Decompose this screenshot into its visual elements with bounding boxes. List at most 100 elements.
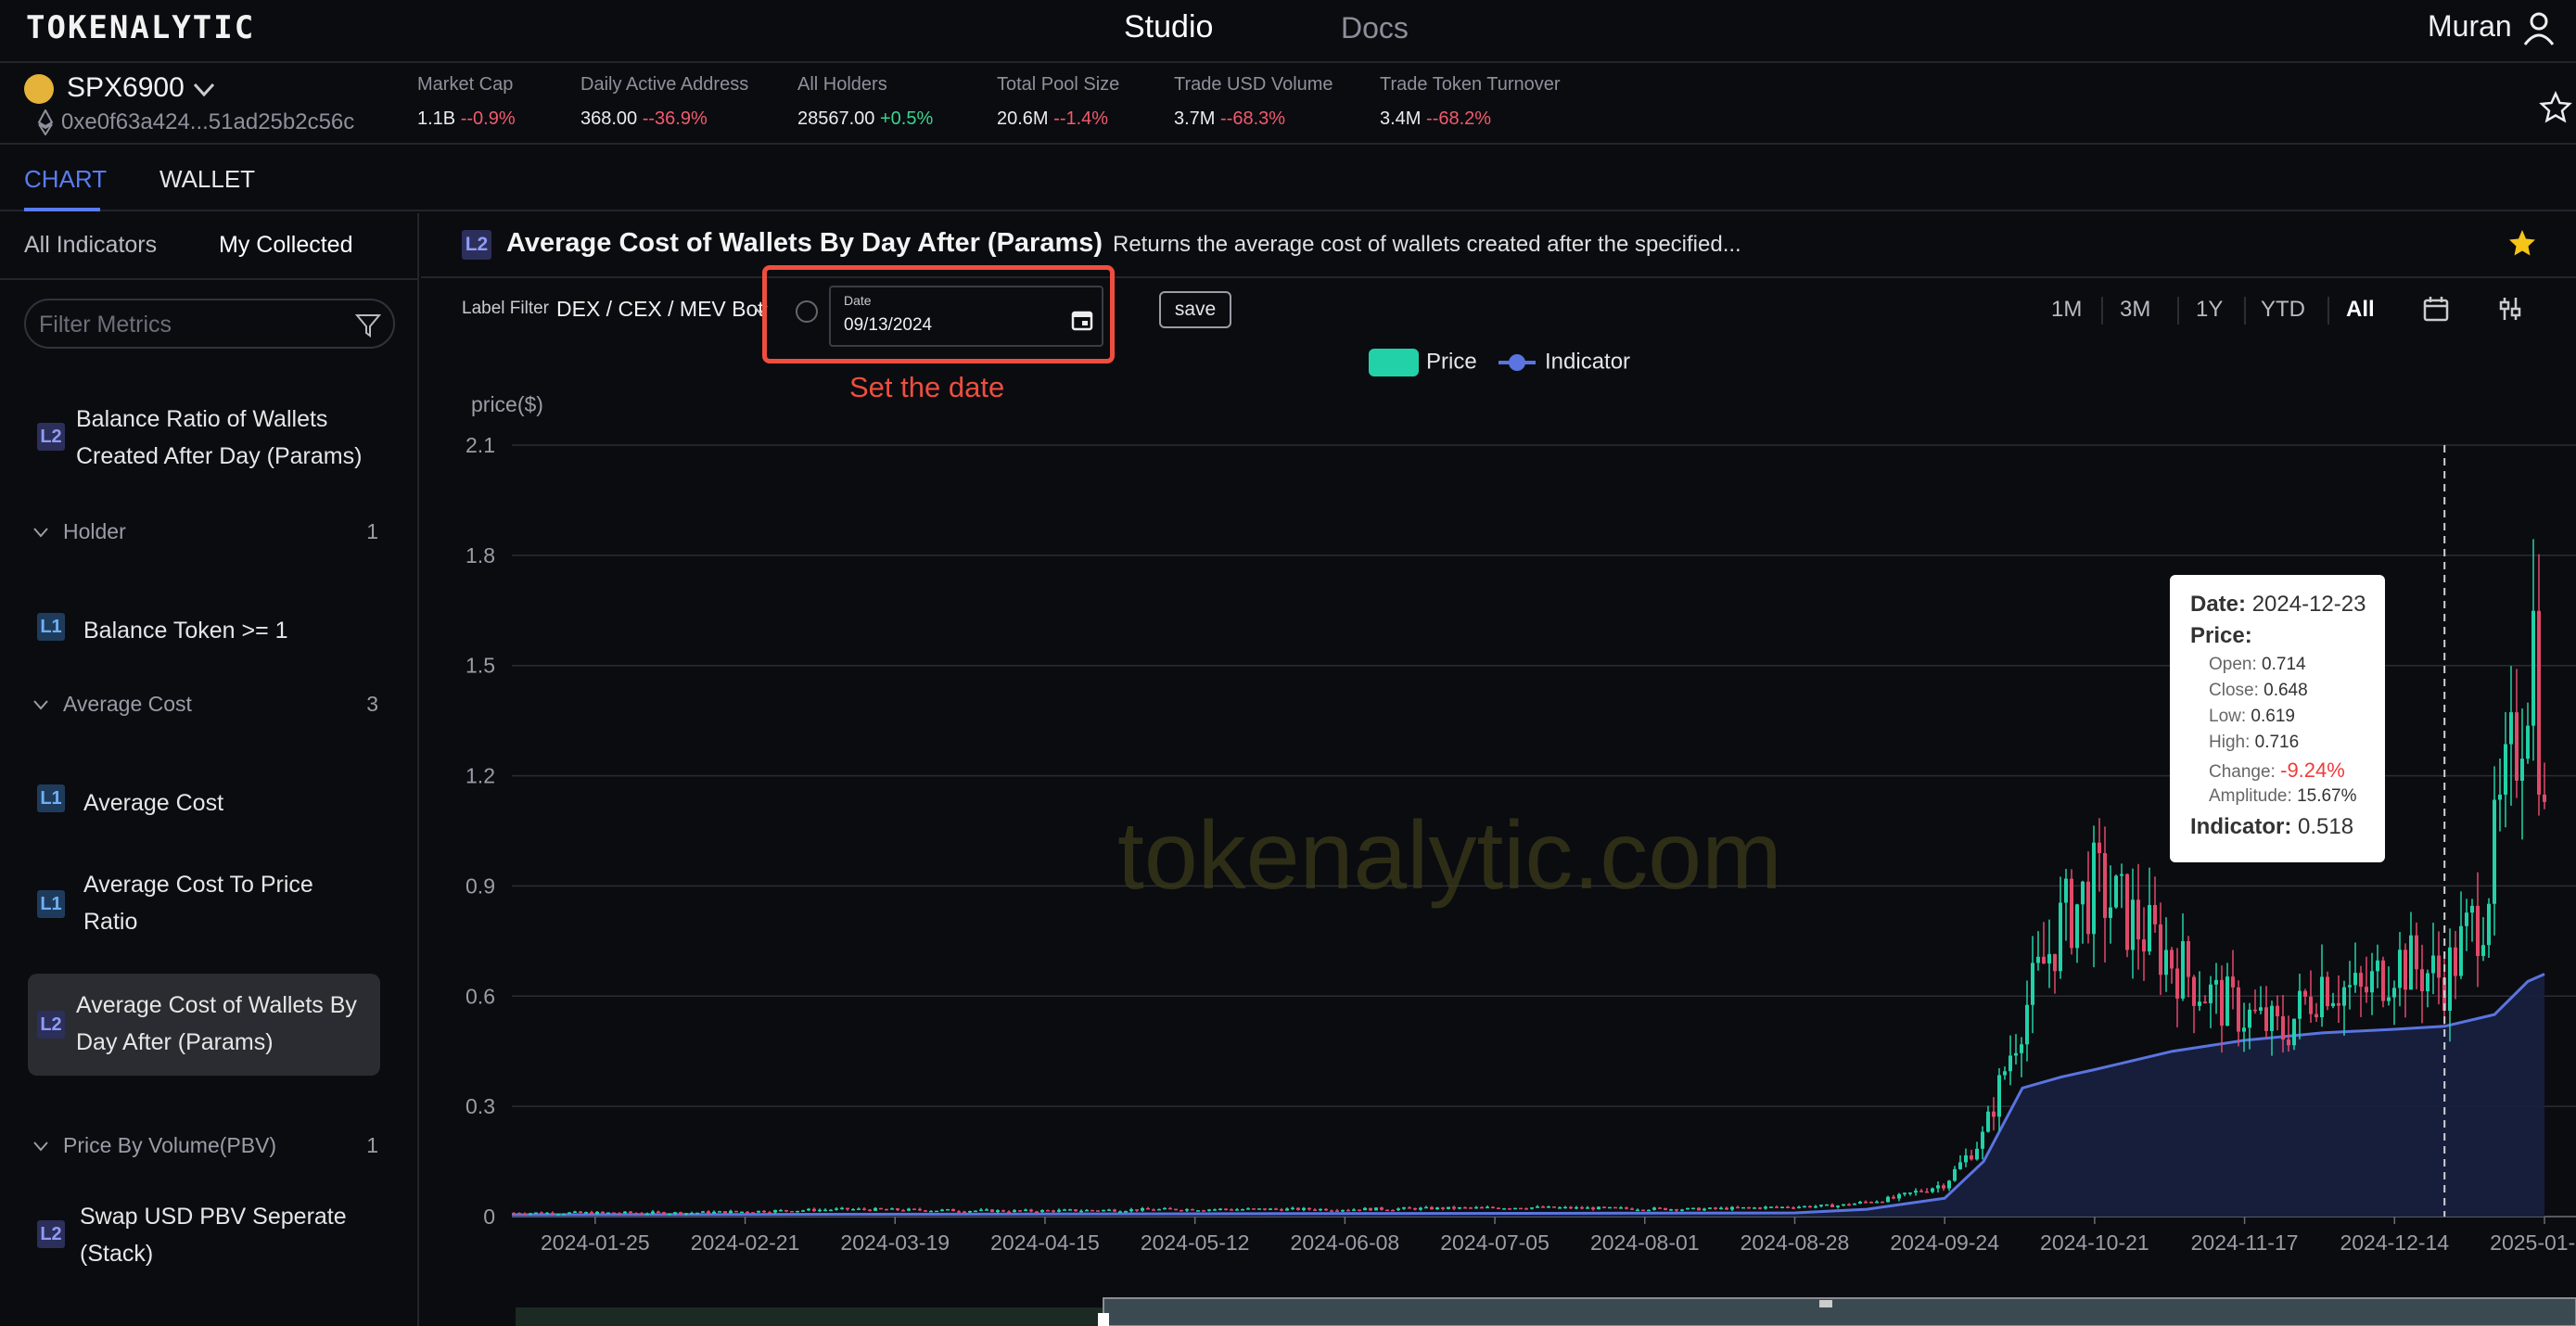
price-candle	[606, 1212, 610, 1215]
price-candle	[1497, 1207, 1500, 1210]
tab-chart[interactable]: CHART	[24, 165, 107, 194]
price-candle	[634, 1213, 638, 1215]
price-candle	[2203, 1001, 2207, 1003]
price-candle	[729, 1210, 733, 1214]
chevron-down-icon[interactable]	[191, 76, 217, 102]
x-tick-label: 2024-05-12	[1141, 1230, 1250, 1255]
price-candle	[1435, 1207, 1439, 1210]
price-candle	[946, 1208, 950, 1211]
price-candle	[2131, 899, 2135, 950]
price-candle	[907, 1208, 911, 1211]
price-candle	[1569, 1206, 1573, 1209]
price-candle	[1441, 1207, 1445, 1209]
price-candle	[2387, 997, 2391, 1001]
sidebar-item-average-cost[interactable]: L1 Average Cost	[28, 775, 380, 831]
y-tick-label: 1.2	[465, 764, 495, 788]
metric-all-holders: All Holders 28567.00 +0.5%	[797, 74, 933, 130]
price-candle	[1185, 1208, 1189, 1211]
tooltip-open: 0.714	[2262, 655, 2306, 674]
group-average-cost[interactable]: Average Cost 3	[32, 692, 384, 720]
price-candle	[1486, 1206, 1489, 1209]
view-tabs: CHART WALLET	[0, 147, 2576, 211]
price-candle	[1413, 1207, 1417, 1210]
user-name[interactable]: Muran	[2428, 9, 2512, 44]
price-candle	[996, 1210, 1000, 1213]
active-tab-indicator	[24, 208, 100, 211]
group-price-by-volume[interactable]: Price By Volume(PBV) 1	[32, 1133, 384, 1161]
price-candle	[757, 1210, 760, 1213]
price-candle	[1474, 1206, 1478, 1209]
price-candle	[1541, 1206, 1545, 1208]
y-tick-label: 0.9	[465, 873, 495, 898]
group-count: 3	[366, 692, 378, 716]
price-candle	[1630, 1208, 1634, 1210]
price-candle	[1252, 1208, 1256, 1210]
price-candle	[1074, 1209, 1078, 1212]
tab-all-indicators[interactable]: All Indicators	[24, 232, 157, 259]
token-name[interactable]: SPX6900	[67, 72, 185, 104]
price-candle	[623, 1211, 627, 1214]
price-candle	[929, 1210, 933, 1213]
user-icon[interactable]	[2520, 9, 2557, 46]
token-address[interactable]: 0xe0f63a424...51ad25b2c56c	[61, 109, 354, 135]
tooltip-indicator: 0.518	[2298, 814, 2354, 839]
logo[interactable]: TOKENALYTIC	[26, 9, 255, 46]
price-candle	[2047, 953, 2051, 964]
price-candle	[2264, 1007, 2268, 1031]
metric-total-pool-size: Total Pool Size 20.6M --1.4%	[997, 74, 1119, 130]
price-candle	[2214, 979, 2218, 985]
price-candle	[1758, 1207, 1762, 1209]
price-candle	[2303, 990, 2307, 997]
price-candle	[684, 1213, 688, 1215]
tooltip-change-label: Change:	[2209, 762, 2276, 782]
metric-label: Trade Token Turnover	[1380, 74, 1561, 95]
price-candle	[740, 1211, 744, 1214]
price-candle	[1675, 1209, 1678, 1211]
price-candle	[2220, 979, 2224, 1026]
group-holder[interactable]: Holder 1	[32, 519, 384, 547]
metric-label: Total Pool Size	[997, 74, 1120, 95]
price-candle	[1925, 1191, 1929, 1193]
metric-value: 28567.00	[797, 108, 875, 129]
price-candle	[2370, 971, 2374, 993]
sidebar-item-swap-usd-pbv[interactable]: L2 Swap USD PBV Seperate (Stack)	[28, 1192, 380, 1276]
sidebar-item-average-cost-to-price-ratio[interactable]: L1 Average Cost To Price Ratio	[28, 862, 380, 946]
tab-wallet[interactable]: WALLET	[159, 165, 255, 194]
star-outline-icon[interactable]	[2539, 91, 2572, 124]
metric-change: +0.5%	[879, 108, 934, 129]
x-tick-label: 2024-09-24	[1890, 1230, 1999, 1255]
price-candle	[1892, 1196, 1895, 1199]
nav-studio-link[interactable]: Studio	[1124, 9, 1213, 45]
sidebar-item-label: Average Cost	[83, 790, 224, 816]
price-candle	[1118, 1211, 1122, 1213]
price-candle	[2031, 963, 2034, 1005]
price-candle	[1769, 1206, 1773, 1208]
price-candle	[790, 1210, 794, 1213]
tab-my-collected[interactable]: My Collected	[219, 232, 353, 259]
filter-icon[interactable]	[354, 312, 382, 339]
sidebar-item-label: Balance Ratio of Wallets	[76, 406, 328, 432]
tooltip-open-label: Open:	[2209, 655, 2257, 674]
chevron-down-icon	[33, 528, 48, 538]
price-candle	[2487, 903, 2491, 946]
price-candle	[901, 1210, 905, 1212]
sidebar-item-average-cost-wallets-by-day[interactable]: L2 Average Cost of Wallets By Day After …	[28, 974, 380, 1076]
price-candle	[2504, 744, 2507, 795]
sidebar-item-balance-token[interactable]: L1 Balance Token >= 1	[28, 603, 380, 658]
filter-metrics-input[interactable]	[39, 312, 336, 338]
price-candle	[812, 1208, 816, 1212]
price-candle	[1753, 1207, 1756, 1209]
x-tick-label: 2025-01-10	[2490, 1230, 2576, 1255]
price-candle	[1919, 1191, 1923, 1192]
price-candle	[2209, 984, 2213, 1003]
price-candle	[1986, 1111, 1990, 1132]
nav-docs-link[interactable]: Docs	[1341, 11, 1409, 45]
price-candle	[2431, 955, 2435, 974]
price-candle	[1914, 1191, 1918, 1193]
price-candle	[1719, 1207, 1723, 1210]
price-candle	[1068, 1209, 1072, 1211]
price-candle	[2070, 878, 2073, 949]
sidebar-item-label: Swap USD PBV Seperate	[80, 1204, 347, 1230]
sidebar-item-balance-ratio[interactable]: L2 Balance Ratio of Wallets Created Afte…	[28, 395, 380, 478]
price-candle	[1602, 1206, 1606, 1208]
